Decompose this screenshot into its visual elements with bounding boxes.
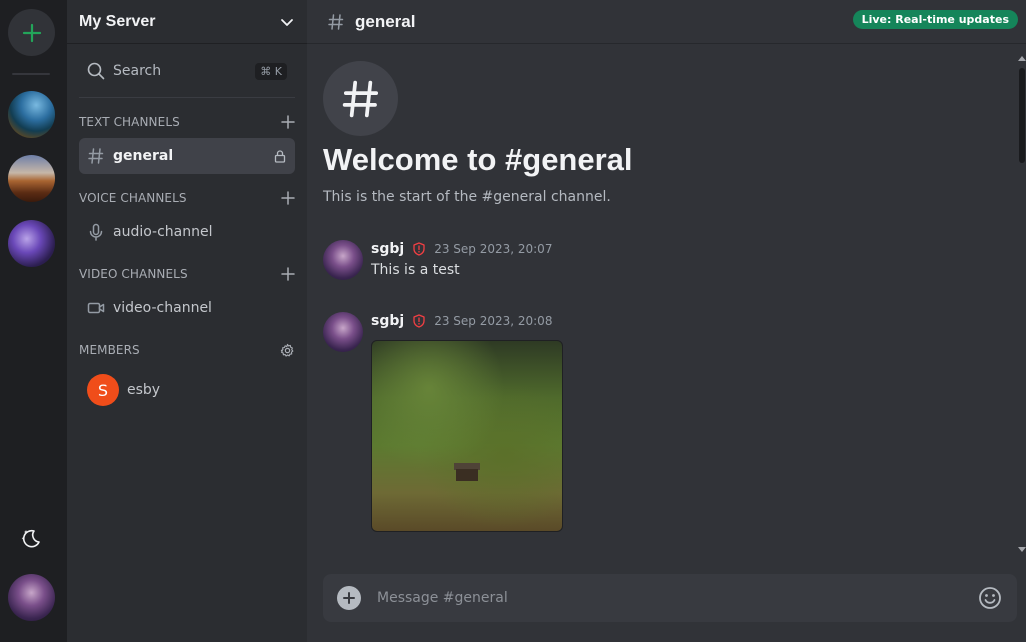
add-channel-icon[interactable]: [281, 267, 295, 281]
microphone-icon: [89, 223, 103, 241]
search-label: Search: [113, 63, 162, 79]
message-author[interactable]: sgbj: [371, 241, 404, 257]
gear-icon[interactable]: [280, 343, 295, 358]
message-image-attachment[interactable]: [371, 340, 563, 532]
search-divider: [79, 97, 295, 98]
channel-header: general Live: Real-time updates: [307, 0, 1026, 44]
plus-icon: [22, 23, 41, 42]
category-label: TEXT CHANNELS: [79, 115, 180, 129]
member-avatar: S: [87, 374, 119, 406]
member-item[interactable]: S esby: [87, 372, 160, 408]
image-hut: [456, 469, 478, 481]
search-shortcut-badge: ⌘ K: [255, 62, 287, 80]
welcome-subtitle: This is the start of the #general channe…: [323, 189, 611, 205]
rail-separator: [12, 73, 50, 75]
message-avatar[interactable]: [323, 240, 363, 280]
message-timestamp: 23 Sep 2023, 20:08: [434, 314, 553, 328]
hash-icon: [328, 13, 344, 30]
add-channel-icon[interactable]: [281, 191, 295, 205]
channel-item-video[interactable]: video-channel: [79, 290, 295, 326]
message-composer: [323, 574, 1017, 622]
member-name: esby: [127, 382, 161, 398]
lock-icon: [274, 150, 286, 163]
smiley-icon: [979, 587, 1001, 609]
channel-item-audio[interactable]: audio-channel: [79, 214, 295, 250]
hash-icon: [88, 148, 104, 164]
chevron-down-icon: [281, 18, 293, 26]
scroll-down-arrow[interactable]: [1018, 547, 1026, 552]
emoji-button[interactable]: [977, 585, 1003, 611]
category-members: MEMBERS: [79, 340, 295, 360]
channel-sidebar: My Server Search ⌘ K TEXT CHANNELS gener…: [67, 0, 307, 642]
message-author[interactable]: sgbj: [371, 313, 404, 329]
add-channel-icon[interactable]: [281, 115, 295, 129]
category-label: VIDEO CHANNELS: [79, 267, 188, 281]
scroll-thumb[interactable]: [1019, 68, 1025, 163]
scrollbar[interactable]: [1018, 52, 1026, 552]
hash-icon: [342, 80, 378, 117]
server-header[interactable]: My Server: [67, 0, 307, 44]
scroll-up-arrow[interactable]: [1018, 56, 1026, 61]
chat-area: general Live: Real-time updates Welcome …: [307, 0, 1026, 642]
server-icon-ocean[interactable]: [8, 91, 55, 138]
category-voice-channels: VOICE CHANNELS: [79, 188, 295, 208]
channel-label: video-channel: [113, 300, 212, 316]
plus-icon: [343, 592, 355, 604]
video-camera-icon: [87, 302, 105, 314]
message-header: sgbj 23 Sep 2023, 20:07: [371, 241, 552, 257]
category-video-channels: VIDEO CHANNELS: [79, 264, 295, 284]
message-timestamp: 23 Sep 2023, 20:07: [434, 242, 553, 256]
category-label: MEMBERS: [79, 343, 140, 357]
message-text: This is a test: [371, 262, 460, 278]
search-icon: [87, 62, 105, 80]
welcome-title: Welcome to #general: [323, 142, 633, 177]
channel-label: general: [113, 148, 174, 164]
shield-icon: [412, 242, 426, 256]
server-name: My Server: [79, 12, 156, 30]
shield-icon: [412, 314, 426, 328]
channel-label: audio-channel: [113, 224, 213, 240]
channel-title: general: [355, 11, 416, 31]
welcome-channel-icon: [323, 61, 398, 136]
category-text-channels: TEXT CHANNELS: [79, 112, 295, 132]
server-icon-desert[interactable]: [8, 155, 55, 202]
attach-button[interactable]: [337, 586, 361, 610]
category-label: VOICE CHANNELS: [79, 191, 187, 205]
search-button[interactable]: Search ⌘ K: [79, 53, 295, 89]
live-status-badge: Live: Real-time updates: [852, 10, 1018, 29]
theme-toggle-button[interactable]: [19, 526, 43, 550]
channel-item-general[interactable]: general: [79, 138, 295, 174]
server-rail: [0, 0, 67, 642]
message-avatar[interactable]: [323, 312, 363, 352]
current-user-avatar[interactable]: [8, 574, 55, 621]
add-server-button[interactable]: [8, 9, 55, 56]
server-icon-anime[interactable]: [8, 220, 55, 267]
message-header: sgbj 23 Sep 2023, 20:08: [371, 313, 552, 329]
moon-stars-icon: [21, 529, 40, 548]
message-input[interactable]: [377, 590, 977, 606]
